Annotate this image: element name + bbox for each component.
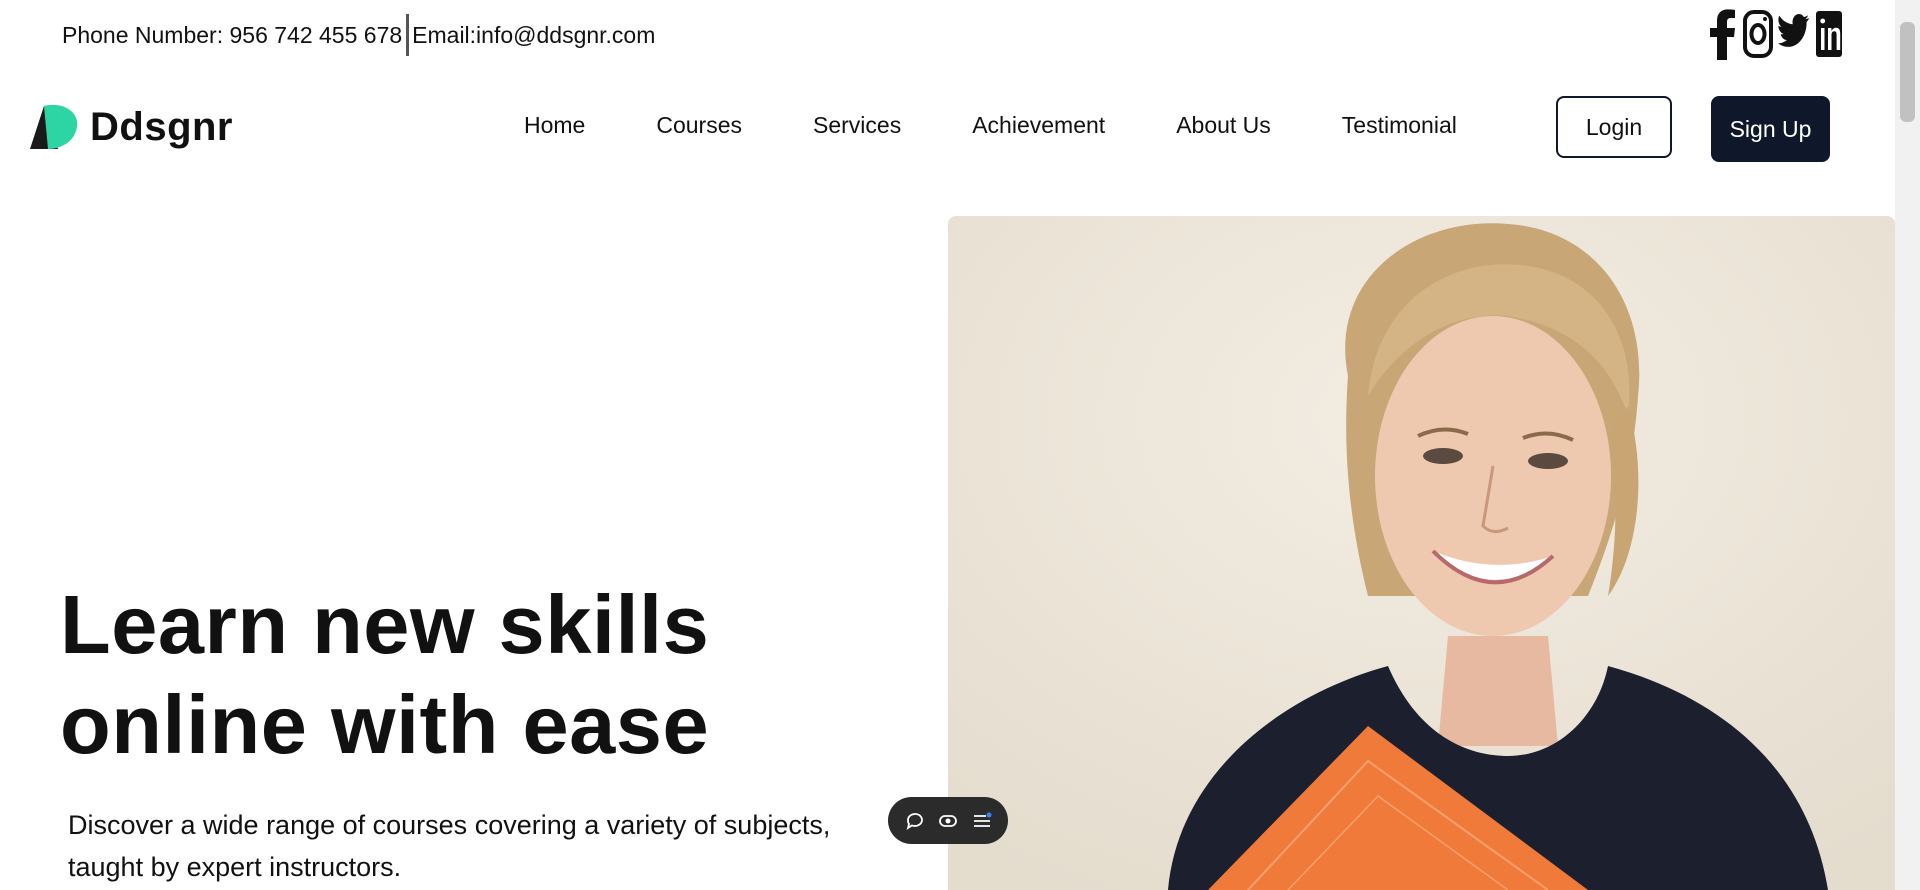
menu-icon[interactable] — [969, 808, 995, 834]
divider — [406, 14, 410, 56]
login-button[interactable]: Login — [1556, 96, 1672, 158]
eye-icon[interactable] — [935, 808, 961, 834]
contact-bar: Phone Number: 956 742 455 678 Email:info… — [62, 14, 655, 56]
nav-home[interactable]: Home — [524, 112, 585, 139]
social-links — [1708, 8, 1844, 60]
brand-name: Ddsgnr — [90, 104, 233, 149]
phone-number: Phone Number: 956 742 455 678 — [62, 21, 403, 48]
comment-icon[interactable] — [902, 808, 928, 834]
twitter-icon[interactable] — [1778, 8, 1810, 60]
floating-toolbar — [888, 797, 1008, 844]
main-nav: Home Courses Services Achievement About … — [524, 112, 1457, 139]
logo-icon — [30, 104, 78, 149]
nav-testimonial[interactable]: Testimonial — [1342, 112, 1457, 139]
hero-subtitle-line-2: taught by expert instructors. — [68, 852, 402, 882]
hero-subtitle-line-1: Discover a wide range of courses coverin… — [68, 810, 831, 840]
linkedin-icon[interactable] — [1814, 8, 1844, 60]
nav-services[interactable]: Services — [813, 112, 901, 139]
nav-about-us[interactable]: About Us — [1176, 112, 1271, 139]
email-address[interactable]: Email:info@ddsgnr.com — [412, 22, 655, 49]
brand-logo[interactable]: Ddsgnr — [30, 103, 233, 151]
nav-achievement[interactable]: Achievement — [972, 112, 1105, 139]
page-scrollbar[interactable] — [1895, 0, 1920, 890]
hero-title-line-1: Learn new skills — [60, 578, 710, 671]
instagram-icon[interactable] — [1742, 8, 1774, 60]
hero-title-line-2: online with ease — [60, 678, 710, 771]
hero-image — [948, 216, 1895, 890]
facebook-icon[interactable] — [1708, 8, 1738, 60]
signup-button[interactable]: Sign Up — [1711, 96, 1830, 162]
scrollbar-thumb[interactable] — [1900, 22, 1915, 122]
nav-courses[interactable]: Courses — [656, 112, 742, 139]
hero-title: Learn new skills online with ease — [60, 575, 709, 775]
hero-subtitle: Discover a wide range of courses coverin… — [68, 804, 868, 888]
